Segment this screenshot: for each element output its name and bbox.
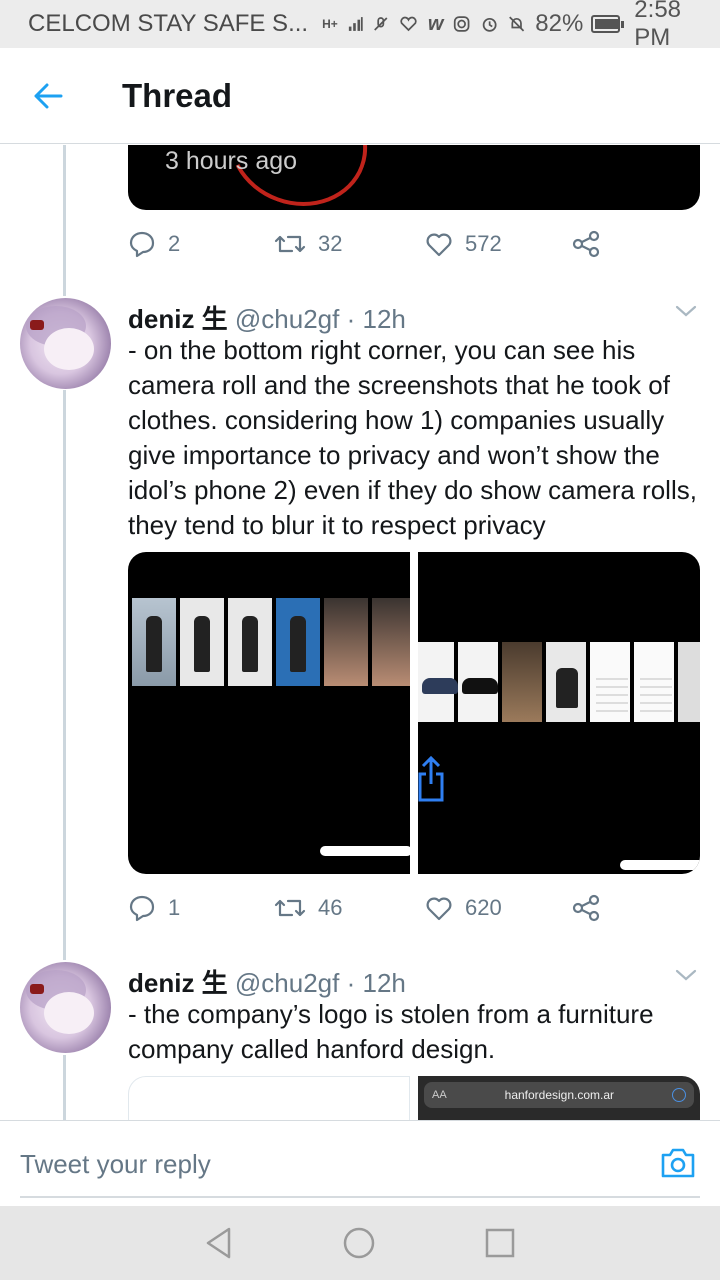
browser-url-bar: AA hanfordesign.com.ar — [424, 1082, 694, 1108]
share-icon — [572, 894, 600, 922]
like-count: 572 — [465, 231, 502, 256]
reply-count: 2 — [168, 231, 181, 256]
app-header: Thread — [0, 48, 720, 144]
ios-share-icon — [418, 756, 444, 802]
tweet-time: · 12h — [346, 968, 406, 998]
tweet-media-image[interactable]: 3 hours ago — [128, 145, 700, 210]
network-type: H+ — [322, 17, 338, 31]
camera-roll-strip — [132, 598, 410, 686]
home-circle-icon[interactable] — [342, 1226, 376, 1260]
screenshot-strip — [418, 642, 700, 722]
like-count: 620 — [465, 895, 502, 920]
like-button[interactable]: 572 — [425, 231, 502, 257]
thread-list[interactable]: 3 hours ago 2 32 572 deniz 生 @chu2gf · 1… — [0, 145, 720, 1120]
retweet-button[interactable]: 46 — [274, 895, 342, 921]
mic-off-icon — [374, 17, 388, 31]
retweet-count: 32 — [318, 231, 343, 256]
tweet-time: · 12h — [346, 304, 406, 334]
home-indicator — [320, 846, 410, 856]
retweet-icon — [274, 235, 306, 253]
clock: 2:58 PM — [634, 0, 682, 51]
thread-connector-line — [63, 1055, 66, 1120]
recents-square-icon[interactable] — [484, 1227, 516, 1259]
tweet-text: - on the bottom right corner, you can se… — [128, 335, 697, 540]
avatar[interactable] — [20, 962, 111, 1053]
battery-fill — [595, 19, 619, 29]
thread-connector-line — [63, 145, 66, 296]
media-image-2[interactable] — [418, 552, 700, 874]
tweet-text: - the company’s logo is stolen from a fu… — [128, 999, 654, 1064]
carrier-name: CELCOM STAY SAFE S... — [28, 10, 309, 37]
tweet-header: deniz 生 @chu2gf · 12h — [128, 299, 406, 336]
reply-icon — [129, 895, 155, 922]
display-name[interactable]: deniz 生 — [128, 968, 228, 998]
reply-input-underline — [20, 1196, 700, 1198]
heart-icon — [426, 897, 452, 921]
share-icon — [572, 230, 600, 258]
thread-connector-line — [63, 390, 66, 960]
media-timestamp-text: 3 hours ago — [165, 147, 298, 175]
camera-icon — [661, 1148, 695, 1178]
heart-icon — [426, 233, 452, 257]
chevron-down-icon[interactable] — [674, 967, 698, 983]
tweet-media-grid — [128, 552, 700, 874]
home-indicator — [620, 860, 700, 870]
retweet-count: 46 — [318, 895, 343, 920]
status-bar: CELCOM STAY SAFE S... H+ w 82% 2:58 PM — [0, 0, 720, 51]
reply-icon — [129, 231, 155, 258]
chevron-down-icon[interactable] — [674, 303, 698, 319]
page-title: Thread — [122, 76, 233, 114]
reply-composer: Tweet your reply — [0, 1120, 720, 1206]
back-triangle-icon[interactable] — [204, 1226, 234, 1260]
media-image-1[interactable] — [128, 552, 410, 874]
heart-infinity-icon — [400, 16, 417, 32]
alarm-icon — [482, 17, 497, 32]
share-button[interactable] — [572, 230, 600, 258]
status-icons: H+ w 82% 2:58 PM — [322, 0, 704, 52]
instagram-icon — [454, 16, 470, 32]
like-button[interactable]: 620 — [425, 895, 502, 921]
user-handle[interactable]: @chu2gf — [235, 968, 339, 998]
back-arrow-icon — [34, 83, 63, 108]
media-image-2[interactable]: AA hanfordesign.com.ar — [418, 1076, 700, 1120]
url-text: hanfordesign.com.ar — [504, 1088, 615, 1102]
retweet-icon — [274, 899, 306, 917]
reply-input[interactable]: Tweet your reply — [20, 1149, 211, 1180]
reply-count: 1 — [168, 895, 181, 920]
display-name[interactable]: deniz 生 — [128, 304, 228, 334]
retweet-button[interactable]: 32 — [274, 231, 342, 257]
w-app-icon: w — [427, 12, 444, 35]
camera-button[interactable] — [660, 1147, 696, 1184]
user-handle[interactable]: @chu2gf — [235, 304, 339, 334]
tweet-actions: 2 32 572 — [128, 224, 628, 264]
back-button[interactable] — [0, 48, 96, 144]
notifications-off-icon — [509, 16, 525, 32]
text-size-button: AA — [432, 1089, 447, 1101]
media-image-1[interactable] — [128, 1076, 410, 1120]
battery-percent: 82% — [535, 10, 584, 37]
share-button[interactable] — [572, 894, 600, 922]
battery-icon — [591, 15, 625, 33]
avatar[interactable] — [20, 298, 111, 389]
signal-icon — [348, 17, 363, 31]
download-icon — [672, 1088, 686, 1102]
tweet-header: deniz 生 @chu2gf · 12h — [128, 963, 406, 1000]
system-nav-bar — [0, 1206, 720, 1280]
reply-button[interactable]: 2 — [128, 230, 180, 258]
tweet-actions: 1 46 620 — [128, 888, 628, 928]
reply-button[interactable]: 1 — [128, 894, 180, 922]
